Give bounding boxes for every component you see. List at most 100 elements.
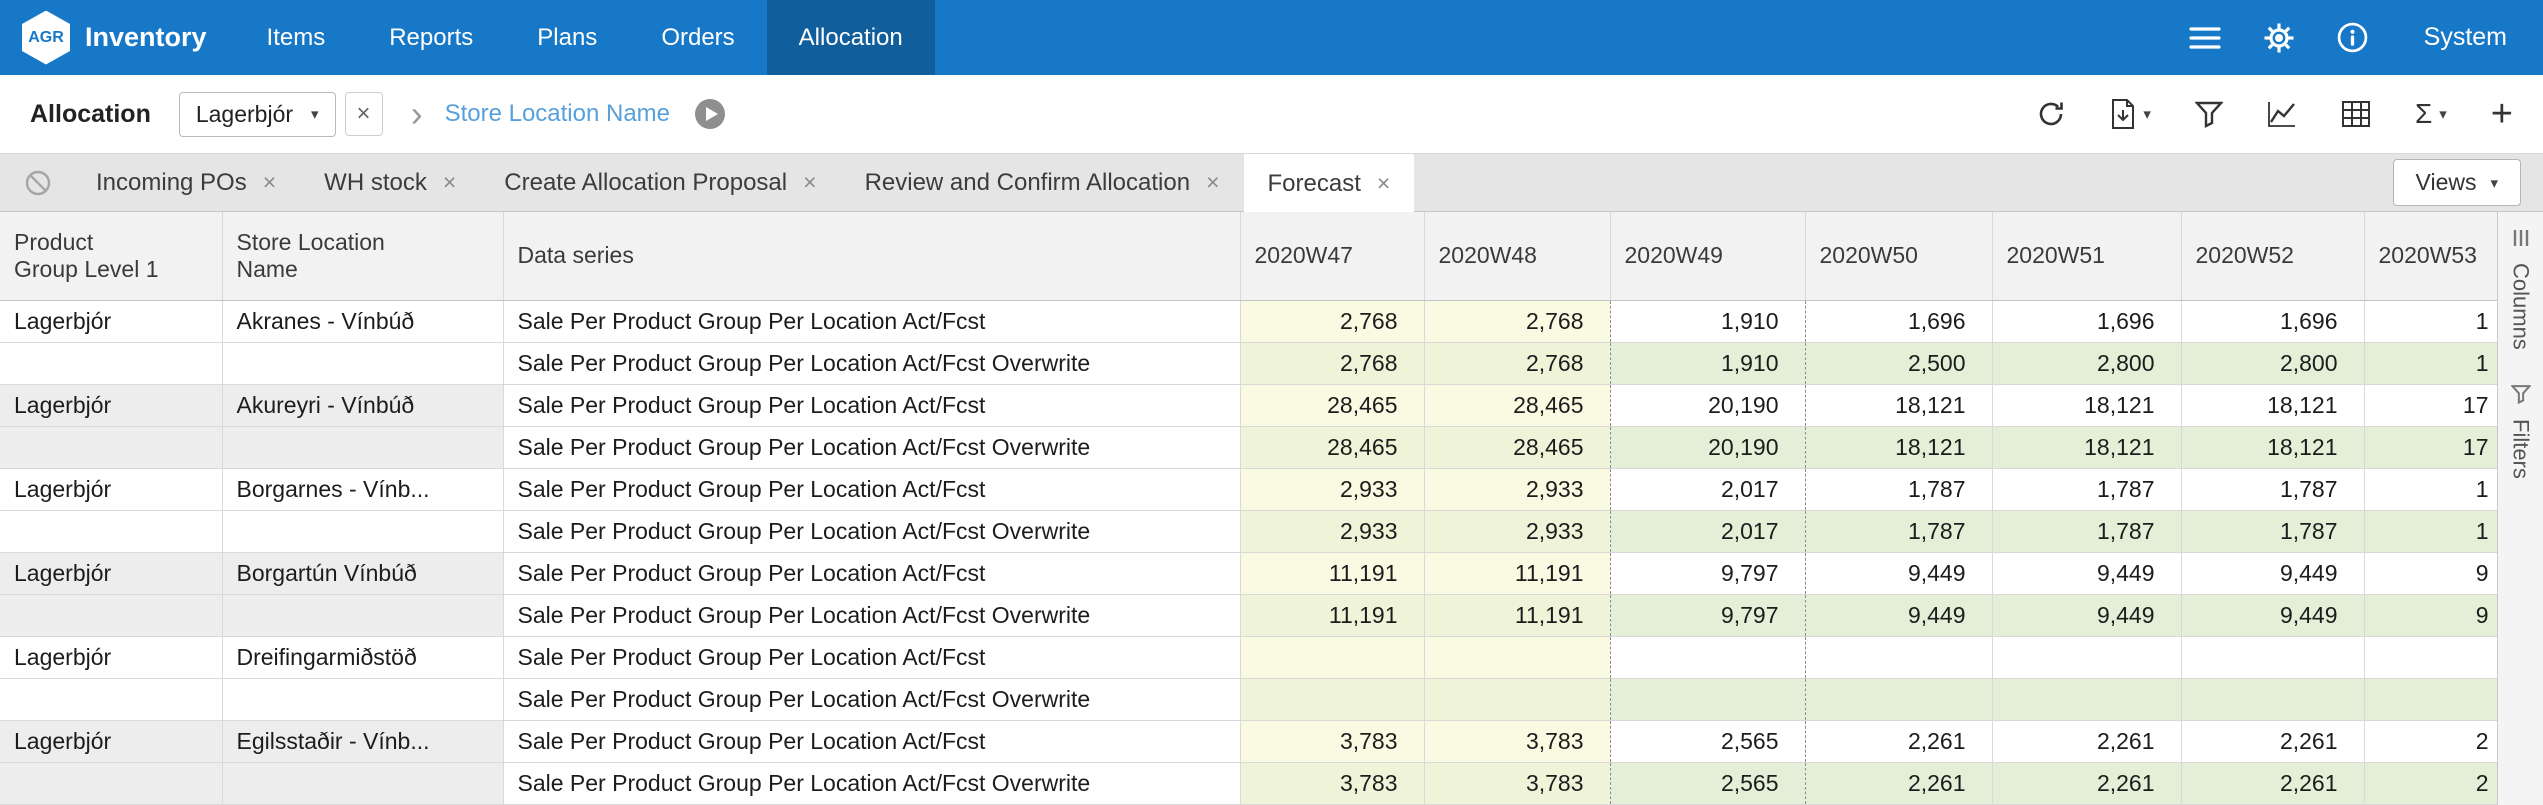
cell-product-group[interactable] <box>0 510 222 552</box>
cell-w52[interactable] <box>2181 678 2364 720</box>
cell-store-location[interactable] <box>222 762 503 804</box>
views-button[interactable]: Views ▾ <box>2393 159 2521 206</box>
cell-w48[interactable]: 2,933 <box>1424 468 1610 510</box>
cell-w52[interactable]: 9,449 <box>2181 594 2364 636</box>
cell-w52[interactable]: 18,121 <box>2181 384 2364 426</box>
cell-w52[interactable]: 18,121 <box>2181 426 2364 468</box>
cell-data-series[interactable]: Sale Per Product Group Per Location Act/… <box>503 720 1240 762</box>
cell-w48[interactable]: 28,465 <box>1424 426 1610 468</box>
cell-w52[interactable]: 2,261 <box>2181 720 2364 762</box>
cell-product-group[interactable] <box>0 678 222 720</box>
cell-w51[interactable]: 1,696 <box>1992 300 2181 342</box>
info-icon[interactable] <box>2337 22 2368 53</box>
tab-close-icon[interactable]: × <box>263 169 276 196</box>
cell-w51[interactable]: 2,800 <box>1992 342 2181 384</box>
cell-w50[interactable]: 9,449 <box>1805 594 1992 636</box>
cell-data-series[interactable]: Sale Per Product Group Per Location Act/… <box>503 762 1240 804</box>
cell-w47[interactable]: 2,933 <box>1240 510 1424 552</box>
cell-w50[interactable]: 9,449 <box>1805 552 1992 594</box>
cell-w49[interactable] <box>1610 678 1805 720</box>
refresh-button[interactable] <box>2036 99 2066 129</box>
cell-w47[interactable]: 3,783 <box>1240 762 1424 804</box>
cell-w47[interactable]: 28,465 <box>1240 384 1424 426</box>
cell-data-series[interactable]: Sale Per Product Group Per Location Act/… <box>503 384 1240 426</box>
cell-data-series[interactable]: Sale Per Product Group Per Location Act/… <box>503 594 1240 636</box>
cell-w49[interactable]: 20,190 <box>1610 384 1805 426</box>
cell-w53[interactable]: 9 <box>2364 552 2497 594</box>
tab-close-icon[interactable]: × <box>443 169 456 196</box>
column-header-w53[interactable]: 2020W53 <box>2364 212 2497 300</box>
cell-w50[interactable]: 2,261 <box>1805 720 1992 762</box>
cell-product-group[interactable]: Lagerbjór <box>0 300 222 342</box>
cell-w48[interactable]: 11,191 <box>1424 594 1610 636</box>
column-header-w51[interactable]: 2020W51 <box>1992 212 2181 300</box>
cell-w51[interactable]: 9,449 <box>1992 594 2181 636</box>
nav-item-plans[interactable]: Plans <box>505 0 629 75</box>
cell-w49[interactable]: 2,017 <box>1610 468 1805 510</box>
cell-w48[interactable] <box>1424 678 1610 720</box>
nav-item-reports[interactable]: Reports <box>357 0 505 75</box>
columns-panel-toggle[interactable]: Columns <box>2508 228 2534 350</box>
block-icon[interactable] <box>0 154 72 211</box>
cell-w51[interactable]: 2,261 <box>1992 762 2181 804</box>
cell-w48[interactable]: 28,465 <box>1424 384 1610 426</box>
cell-w53[interactable]: 17 <box>2364 426 2497 468</box>
column-header-w50[interactable]: 2020W50 <box>1805 212 1992 300</box>
cell-w50[interactable]: 1,696 <box>1805 300 1992 342</box>
tab-review-and-confirm-allocation[interactable]: Review and Confirm Allocation× <box>841 154 1244 211</box>
cell-product-group[interactable] <box>0 594 222 636</box>
cell-w48[interactable]: 2,933 <box>1424 510 1610 552</box>
cell-product-group[interactable] <box>0 762 222 804</box>
cell-w49[interactable]: 2,565 <box>1610 762 1805 804</box>
cell-w49[interactable]: 9,797 <box>1610 594 1805 636</box>
cell-w47[interactable]: 2,768 <box>1240 342 1424 384</box>
cell-product-group[interactable] <box>0 426 222 468</box>
cell-product-group[interactable]: Lagerbjór <box>0 552 222 594</box>
cell-w53[interactable]: 17 <box>2364 384 2497 426</box>
cell-store-location[interactable] <box>222 594 503 636</box>
cell-store-location[interactable] <box>222 342 503 384</box>
cell-w49[interactable]: 1,910 <box>1610 342 1805 384</box>
cell-product-group[interactable]: Lagerbjór <box>0 384 222 426</box>
cell-w50[interactable]: 18,121 <box>1805 426 1992 468</box>
cell-data-series[interactable]: Sale Per Product Group Per Location Act/… <box>503 678 1240 720</box>
cell-data-series[interactable]: Sale Per Product Group Per Location Act/… <box>503 300 1240 342</box>
cell-w52[interactable]: 1,787 <box>2181 468 2364 510</box>
cell-w50[interactable]: 2,500 <box>1805 342 1992 384</box>
add-button[interactable]: + <box>2491 95 2513 133</box>
nav-item-items[interactable]: Items <box>235 0 358 75</box>
table-view-button[interactable] <box>2341 100 2371 128</box>
column-header-series[interactable]: Data series <box>503 212 1240 300</box>
cell-w53[interactable]: 1 <box>2364 510 2497 552</box>
cell-w52[interactable]: 1,696 <box>2181 300 2364 342</box>
cell-store-location[interactable]: Borgartún Vínbúð <box>222 552 503 594</box>
cell-w52[interactable]: 2,800 <box>2181 342 2364 384</box>
cell-w53[interactable]: 2 <box>2364 762 2497 804</box>
cell-w47[interactable]: 2,768 <box>1240 300 1424 342</box>
sum-button[interactable]: Σ ▾ <box>2415 98 2447 130</box>
cell-data-series[interactable]: Sale Per Product Group Per Location Act/… <box>503 510 1240 552</box>
cell-w53[interactable] <box>2364 636 2497 678</box>
cell-w53[interactable] <box>2364 678 2497 720</box>
cell-w53[interactable]: 1 <box>2364 342 2497 384</box>
cell-data-series[interactable]: Sale Per Product Group Per Location Act/… <box>503 636 1240 678</box>
cell-w53[interactable]: 9 <box>2364 594 2497 636</box>
cell-product-group[interactable]: Lagerbjór <box>0 468 222 510</box>
cell-w52[interactable]: 1,787 <box>2181 510 2364 552</box>
cell-w49[interactable]: 20,190 <box>1610 426 1805 468</box>
cell-w51[interactable] <box>1992 678 2181 720</box>
cell-store-location[interactable]: Egilsstaðir - Vínb... <box>222 720 503 762</box>
cell-w50[interactable]: 1,787 <box>1805 468 1992 510</box>
chart-button[interactable] <box>2267 100 2297 128</box>
cell-store-location[interactable] <box>222 678 503 720</box>
cell-data-series[interactable]: Sale Per Product Group Per Location Act/… <box>503 426 1240 468</box>
run-button[interactable] <box>694 98 726 130</box>
menu-lines-icon[interactable] <box>2189 25 2221 51</box>
column-header-store[interactable]: Store Location Name <box>222 212 503 300</box>
cell-w51[interactable]: 1,787 <box>1992 468 2181 510</box>
cell-w51[interactable]: 9,449 <box>1992 552 2181 594</box>
tab-create-allocation-proposal[interactable]: Create Allocation Proposal× <box>480 154 840 211</box>
cell-w48[interactable]: 11,191 <box>1424 552 1610 594</box>
cell-w51[interactable] <box>1992 636 2181 678</box>
product-group-filter-dropdown[interactable]: Lagerbjór ▾ <box>179 92 336 137</box>
